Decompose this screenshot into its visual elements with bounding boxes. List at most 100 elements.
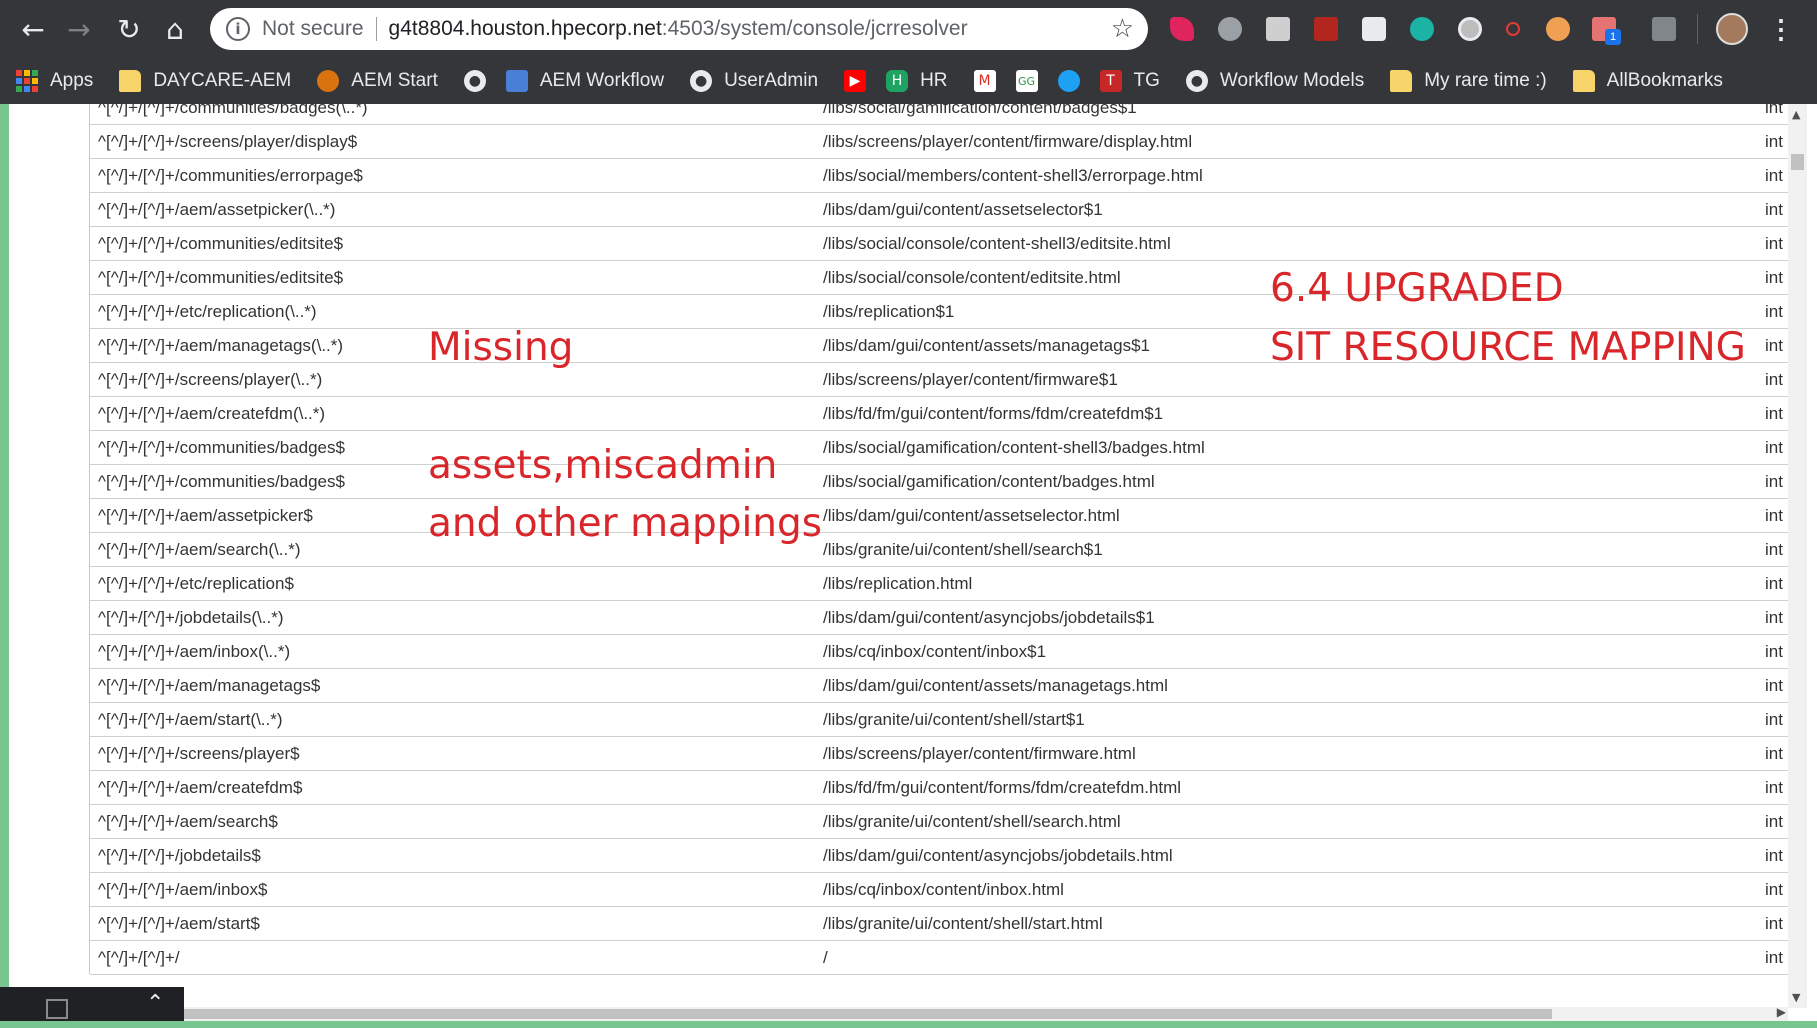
- extension-feather-icon[interactable]: [1170, 17, 1194, 41]
- bookmark-useradmin[interactable]: ● UserAdmin: [690, 70, 818, 92]
- mapping-pattern-cell: ^[^/]+/[^/]+/screens/player/display$: [98, 132, 358, 151]
- bookmark-label: My rare time :): [1424, 70, 1547, 91]
- mapping-type-cell: int: [1765, 948, 1783, 967]
- bookmark-aem-workflow[interactable]: AEM Workflow: [505, 70, 665, 92]
- url-host: g4t8804.houston.hpecorp.net: [388, 17, 662, 40]
- table-row: ^[^/]+/[^/]+/communities/editsite$ /libs/…: [90, 227, 1790, 261]
- table-row: ^[^/]+/[^/]+/aem/inbox$ /libs/cq/inbox/co…: [90, 873, 1790, 907]
- bookmark-label: Workflow Models: [1219, 70, 1365, 91]
- mapping-type-cell: int: [1765, 914, 1783, 933]
- bookmark-globe[interactable]: ●: [463, 70, 486, 92]
- bookmark-aem-start[interactable]: AEM Start: [317, 70, 438, 92]
- extension-badge: 1: [1605, 29, 1621, 45]
- mapping-target-cell: /libs/social/console/content/editsite.ht…: [823, 268, 1121, 287]
- table-row: ^[^/]+/[^/]+/aem/search$ /libs/granite/ui…: [90, 805, 1790, 839]
- info-icon[interactable]: i: [226, 17, 250, 41]
- extension-m-icon[interactable]: [1410, 17, 1434, 41]
- bookmark-label: AllBookmarks: [1606, 70, 1723, 91]
- mapping-pattern-cell: ^[^/]+/[^/]+/aem/assetpicker$: [98, 506, 313, 525]
- mapping-pattern-cell: ^[^/]+/[^/]+/: [98, 948, 180, 967]
- mapping-type-cell: int: [1765, 234, 1783, 253]
- mapping-pattern-cell: ^[^/]+/[^/]+/aem/assetpicker(\..*): [98, 200, 336, 219]
- mapping-target-cell: /libs/dam/gui/content/assets/managetags.…: [823, 676, 1168, 695]
- mapping-pattern-cell: ^[^/]+/[^/]+/aem/createfdm$: [98, 778, 303, 797]
- table-row: ^[^/]+/[^/]+/aem/start(\..*) /libs/granit…: [90, 703, 1790, 737]
- table-row: ^[^/]+/[^/]+/screens/player$ /libs/screen…: [90, 737, 1790, 771]
- mapping-pattern-cell: ^[^/]+/[^/]+/communities/editsite$: [98, 234, 344, 253]
- mapping-pattern-cell: ^[^/]+/[^/]+/jobdetails(\..*): [98, 608, 284, 627]
- mapping-pattern-cell: ^[^/]+/[^/]+/aem/createfdm(\..*): [98, 404, 326, 423]
- bookmark-apps[interactable]: Apps: [16, 70, 93, 92]
- bookmark-my-rare-time[interactable]: My rare time :): [1390, 70, 1547, 92]
- mapping-pattern-cell: ^[^/]+/[^/]+/screens/player$: [98, 744, 300, 763]
- url-text[interactable]: g4t8804.houston.hpecorp.net:4503/system/…: [389, 17, 968, 41]
- bookmark-tg[interactable]: T TG: [1099, 70, 1160, 92]
- table-row: ^[^/]+/[^/]+/aem/inbox(\..*) /libs/cq/inb…: [90, 635, 1790, 669]
- mapping-target-cell: /libs/granite/ui/content/shell/search$1: [823, 540, 1103, 559]
- mapping-pattern-cell: ^[^/]+/[^/]+/aem/search(\..*): [98, 540, 301, 559]
- extension-head-icon[interactable]: [1546, 17, 1570, 41]
- bookmark-workflow-models[interactable]: ● Workflow Models: [1185, 70, 1365, 92]
- vertical-scroll-thumb[interactable]: [1791, 154, 1804, 170]
- mapping-type-cell: int: [1765, 132, 1783, 151]
- address-bar[interactable]: i Not secure g4t8804.houston.hpecorp.net…: [210, 8, 1148, 50]
- profile-avatar[interactable]: [1716, 13, 1748, 45]
- extension-cast-icon[interactable]: 1: [1592, 17, 1621, 45]
- vertical-scrollbar[interactable]: ▲ ▼: [1788, 104, 1807, 1008]
- mapping-type-cell: int: [1765, 710, 1783, 729]
- mapping-type-cell: int: [1765, 336, 1783, 355]
- mapping-type-cell: int: [1765, 472, 1783, 491]
- folder-icon: [1390, 70, 1413, 92]
- bookmark-gfg[interactable]: GG: [1015, 70, 1038, 92]
- hr-icon: H: [886, 70, 909, 92]
- bookmark-star-icon[interactable]: ☆: [1111, 14, 1134, 44]
- bookmark-gmail[interactable]: M: [973, 70, 996, 92]
- extension-molecule-icon[interactable]: [1218, 17, 1242, 41]
- home-icon[interactable]: ⌂: [154, 8, 196, 50]
- reload-icon[interactable]: ↻: [108, 8, 150, 50]
- bookmark-label: UserAdmin: [724, 70, 819, 91]
- horizontal-scrollbar[interactable]: ▶: [184, 1005, 1788, 1021]
- bookmark-hr[interactable]: H HR: [886, 70, 948, 92]
- mapping-type-cell: int: [1765, 166, 1783, 185]
- bookmark-youtube[interactable]: ▶: [844, 70, 867, 92]
- table-row: ^[^/]+/[^/]+/aem/assetpicker(\..*) /libs/…: [90, 193, 1790, 227]
- mapping-target-cell: /libs/replication.html: [823, 574, 973, 593]
- mapping-target-cell: /libs/fd/fm/gui/content/forms/fdm/create…: [823, 778, 1182, 797]
- divider: [375, 17, 377, 41]
- mapping-target-cell: /libs/social/members/content-shell3/erro…: [823, 166, 1203, 185]
- scroll-down-arrow-icon[interactable]: ▼: [1792, 991, 1800, 1004]
- extension-zendesk-icon[interactable]: [1362, 17, 1386, 41]
- mapping-type-cell: int: [1765, 438, 1783, 457]
- extension-document-icon[interactable]: [1266, 17, 1290, 41]
- extension-block-icon[interactable]: [1506, 22, 1520, 36]
- extension-book-icon[interactable]: [1314, 17, 1338, 41]
- mapping-pattern-cell: ^[^/]+/[^/]+/aem/inbox(\..*): [98, 642, 291, 661]
- window-accent-bottom: [0, 1021, 1817, 1028]
- back-arrow-icon[interactable]: ←: [12, 8, 54, 50]
- mapping-pattern-cell: ^[^/]+/[^/]+/communities/badges$: [98, 438, 345, 457]
- window-accent-left: [0, 104, 9, 1028]
- mapping-pattern-cell: ^[^/]+/[^/]+/communities/editsite$: [98, 268, 344, 287]
- extension-circle-icon[interactable]: [1458, 17, 1482, 41]
- bookmark-allbookmarks[interactable]: AllBookmarks: [1572, 70, 1723, 92]
- bookmark-daycare-aem[interactable]: DAYCARE-AEM: [119, 70, 291, 92]
- annotation-missing-detail-1: assets,miscadmin: [428, 443, 778, 488]
- extension-monitor-icon[interactable]: [1652, 17, 1676, 41]
- mapping-pattern-cell: ^[^/]+/[^/]+/aem/start$: [98, 914, 260, 933]
- scroll-right-arrow-icon[interactable]: ▶: [1777, 1005, 1786, 1019]
- mapping-pattern-cell: ^[^/]+/[^/]+/etc/replication$: [98, 574, 294, 593]
- horizontal-scroll-thumb[interactable]: [184, 1009, 1552, 1019]
- globe-icon: ●: [1185, 70, 1208, 92]
- mapping-type-cell: int: [1765, 506, 1783, 525]
- mapping-pattern-cell: ^[^/]+/[^/]+/aem/inbox$: [98, 880, 268, 899]
- forward-arrow-icon[interactable]: →: [58, 8, 100, 50]
- bookmark-label: AEM Workflow: [539, 70, 665, 91]
- bookmark-twitter[interactable]: [1057, 70, 1080, 92]
- window-icon[interactable]: [46, 999, 68, 1019]
- table-row: ^[^/]+/[^/]+/communities/badges$ /libs/so…: [90, 465, 1790, 499]
- chevron-up-icon[interactable]: ⌃: [146, 991, 164, 1016]
- more-menu-icon[interactable]: ⋮: [1766, 10, 1796, 48]
- scroll-up-arrow-icon[interactable]: ▲: [1792, 108, 1800, 121]
- mapping-type-cell: int: [1765, 778, 1783, 797]
